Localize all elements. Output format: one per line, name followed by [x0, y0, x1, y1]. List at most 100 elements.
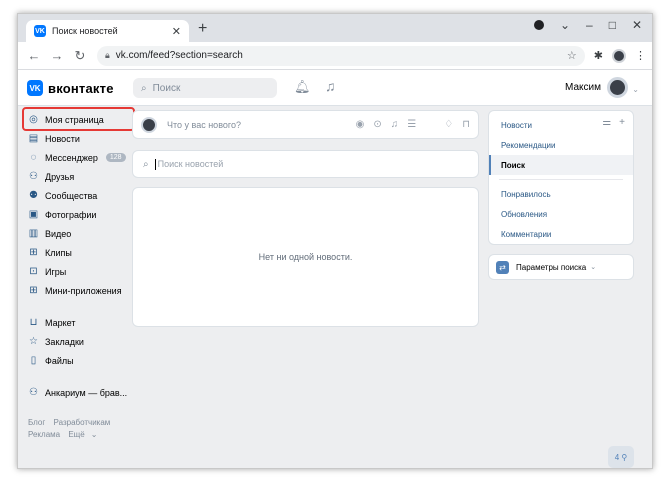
menu-item-news[interactable]: Новости	[489, 115, 633, 135]
new-tab-icon[interactable]: +	[198, 21, 207, 37]
maximize-icon[interactable]: □	[609, 19, 616, 31]
lock-icon[interactable]: ⊓	[462, 119, 470, 130]
user-menu[interactable]: Максим	[565, 77, 628, 98]
footer-links: Блог Разработчикам Реклама Ещё ⌄	[28, 417, 138, 441]
sidebar-item-games[interactable]: ⊡ Игры	[18, 262, 130, 281]
browser-window: VK Поиск новостей ✕ + ⌄ – □ ✕ ← → ↻ 🔒︎ v…	[17, 13, 653, 469]
search-params-button[interactable]: ⇄ Параметры поиска ⌄	[488, 254, 634, 280]
bell-icon[interactable]: 🔔︎	[294, 79, 311, 95]
sidebar-item-my-page[interactable]: ◎ Моя страница	[18, 110, 130, 129]
news-search-input[interactable]: ⌕ Поиск новостей	[132, 150, 479, 178]
left-sidebar: ◎ Моя страница ▤ Новости ◌ Мессенджер 12…	[18, 106, 135, 402]
sidebar-item-photos[interactable]: ▣ Фотографии	[18, 205, 130, 224]
camera-icon[interactable]: ◉	[356, 119, 365, 130]
reload-icon[interactable]: ↻	[70, 48, 90, 64]
menu-item-updates[interactable]: Обновления	[489, 204, 633, 224]
search-icon: ⌕	[143, 158, 149, 170]
forward-arrow-icon[interactable]: →	[47, 48, 67, 63]
menu-item-search[interactable]: Поиск	[489, 155, 633, 175]
friends-icon: ⚇	[29, 171, 38, 182]
sidebar-item-label: Мини-приложения	[45, 285, 122, 296]
lock-icon[interactable]: 🔒︎	[105, 50, 110, 61]
sidebar-item-bookmarks[interactable]: ☆ Закладки	[18, 332, 130, 351]
sidebar-item-mini-apps[interactable]: ⊞ Мини-приложения	[18, 281, 130, 300]
sidebar-item-label: Анкариум — брав...	[45, 387, 128, 398]
tab-close-icon[interactable]: ✕	[172, 25, 181, 38]
sidebar-item-messenger[interactable]: ◌ Мессенджер 128	[18, 148, 130, 167]
profile-indicator-icon[interactable]	[533, 20, 544, 30]
footer-link-blog[interactable]: Блог	[28, 418, 45, 427]
flame-icon[interactable]: ♢	[444, 119, 453, 130]
chat-icon: ◌	[30, 152, 37, 163]
online-friends-button[interactable]: 4 ⚲	[608, 446, 634, 468]
feed-empty-state: Нет ни одной новости.	[132, 187, 479, 327]
sidebar-item-friends[interactable]: ⚇ Друзья	[18, 167, 130, 186]
menu-divider	[499, 179, 623, 180]
clips-icon: ⊞	[29, 247, 38, 258]
sidebar-item-group[interactable]: ⚇ Анкариум — брав...	[18, 383, 130, 402]
bookmark-star-icon[interactable]: ☆	[567, 49, 577, 62]
sidebar-item-communities[interactable]: ⚉ Сообщества	[18, 186, 130, 205]
video-icon[interactable]: ⊙	[373, 119, 381, 130]
tab-strip: VK Поиск новостей ✕ + ⌄ – □ ✕	[18, 14, 652, 42]
sidebar-item-news[interactable]: ▤ Новости	[18, 129, 130, 148]
vk-search-placeholder: Поиск	[152, 82, 181, 94]
post-composer[interactable]: Что у вас нового? ◉ ⊙ ♫ ☰ ♢ ⊓	[132, 110, 479, 139]
user-name: Максим	[565, 82, 601, 93]
vk-logo[interactable]: VK вконтакте	[27, 80, 114, 96]
sidebar-item-label: Маркет	[45, 317, 76, 328]
music-note-icon[interactable]: ♫	[391, 119, 399, 130]
browser-tab[interactable]: VK Поиск новостей ✕	[26, 20, 189, 42]
url-text[interactable]: vk.com/feed?section=search	[116, 50, 567, 61]
music-note-icon[interactable]: ♫	[325, 78, 336, 94]
sidebar-divider	[18, 370, 130, 383]
toolbar-actions: ✱ ⋮	[594, 48, 646, 63]
gamepad-icon: ⊡	[29, 266, 38, 277]
vk-search-input[interactable]: ⌕ Поиск	[133, 78, 277, 98]
chevron-down-icon: ⌄	[590, 264, 597, 271]
menu-item-liked[interactable]: Понравилось	[489, 184, 633, 204]
sidebar-item-clips[interactable]: ⊞ Клипы	[18, 243, 130, 262]
footer-link-more[interactable]: Ещё	[68, 430, 84, 439]
apps-icon: ⊞	[29, 285, 38, 296]
chevron-down-icon[interactable]: ⌄	[91, 430, 98, 439]
extensions-icon[interactable]: ✱	[594, 49, 603, 62]
sidebar-item-label: Файлы	[45, 355, 74, 366]
file-icon: ▯	[30, 355, 37, 366]
sidebar-item-label: Игры	[45, 266, 67, 277]
sidebar-item-video[interactable]: ▥ Видео	[18, 224, 130, 243]
composer-tools: ◉ ⊙ ♫ ☰ ♢ ⊓	[356, 119, 470, 130]
close-window-icon[interactable]: ✕	[632, 19, 642, 31]
sidebar-item-label: Моя страница	[45, 114, 104, 125]
chevron-down-icon[interactable]: ⌄	[632, 85, 639, 94]
sidebar-item-label: Друзья	[45, 171, 75, 182]
window-controls: ⌄ – □ ✕	[533, 19, 642, 31]
tab-search-icon[interactable]: ⌄	[560, 19, 570, 31]
avatar	[141, 116, 157, 133]
address-bar[interactable]: 🔒︎ vk.com/feed?section=search ☆	[97, 45, 585, 66]
browser-profile-avatar[interactable]	[612, 48, 626, 63]
menu-item-comments[interactable]: Комментарии	[489, 224, 633, 244]
sidebar-item-market[interactable]: ⊔ Маркет	[18, 313, 130, 332]
video-icon: ▥	[28, 228, 39, 239]
back-arrow-icon[interactable]: ←	[24, 48, 44, 63]
composer-placeholder[interactable]: Что у вас нового?	[167, 120, 356, 130]
text-cursor	[154, 158, 156, 170]
market-icon: ⊔	[29, 317, 38, 328]
text-format-icon[interactable]: ☰	[407, 119, 416, 130]
sidebar-item-label: Фотографии	[45, 209, 97, 220]
avatar	[607, 77, 628, 98]
empty-feed-text: Нет ни одной новости.	[258, 252, 353, 262]
menu-item-recommendations[interactable]: Рекомендации	[489, 135, 633, 155]
sidebar-divider	[18, 300, 130, 313]
footer-link-developers[interactable]: Разработчикам	[54, 418, 111, 427]
browser-menu-icon[interactable]: ⋮	[635, 49, 646, 62]
footer-link-ads[interactable]: Реклама	[28, 430, 60, 439]
sidebar-item-files[interactable]: ▯ Файлы	[18, 351, 130, 370]
vk-logo-icon: VK	[27, 80, 43, 96]
bookmark-icon: ☆	[29, 336, 38, 347]
sidebar-item-label: Закладки	[45, 336, 84, 347]
tab-title: Поиск новостей	[52, 26, 118, 36]
minimize-icon[interactable]: –	[586, 19, 593, 31]
